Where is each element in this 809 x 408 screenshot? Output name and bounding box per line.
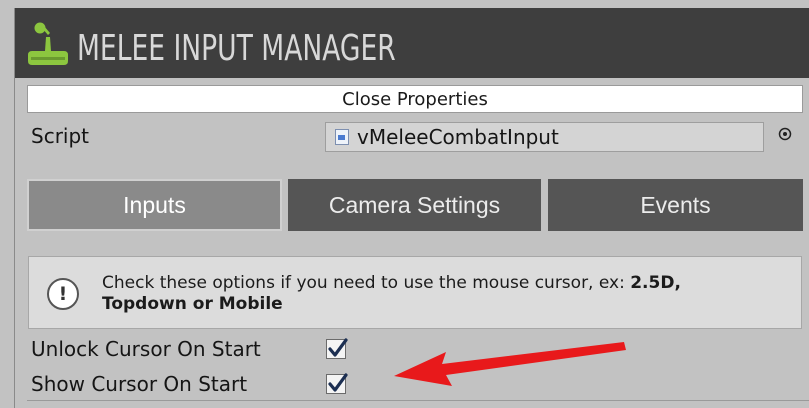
tab-inputs[interactable]: Inputs — [27, 179, 282, 231]
object-picker-icon[interactable] — [778, 127, 792, 141]
left-border — [14, 8, 15, 408]
checkmark-icon — [328, 338, 348, 357]
info-icon: ! — [47, 278, 79, 310]
tab-camera-settings[interactable]: Camera Settings — [288, 179, 541, 231]
divider — [27, 400, 809, 401]
tab-events[interactable]: Events — [548, 179, 803, 231]
help-box: ! Check these options if you need to use… — [28, 256, 802, 329]
unlock-cursor-checkbox[interactable] — [326, 338, 348, 359]
annotation-arrow — [394, 342, 626, 386]
help-text: Check these options if you need to use t… — [102, 273, 681, 314]
joystick-icon — [28, 22, 68, 65]
close-properties-button[interactable]: Close Properties — [27, 85, 803, 113]
checkmark-icon — [328, 373, 348, 392]
page-title: MELEE INPUT MANAGER — [77, 28, 396, 69]
unlock-cursor-label: Unlock Cursor On Start — [31, 337, 261, 361]
cs-script-icon — [335, 129, 349, 145]
script-label: Script — [31, 124, 90, 148]
show-cursor-checkbox[interactable] — [326, 373, 348, 394]
script-value: vMeleeCombatInput — [357, 125, 559, 149]
show-cursor-label: Show Cursor On Start — [31, 372, 248, 396]
script-field[interactable]: vMeleeCombatInput — [325, 122, 764, 152]
